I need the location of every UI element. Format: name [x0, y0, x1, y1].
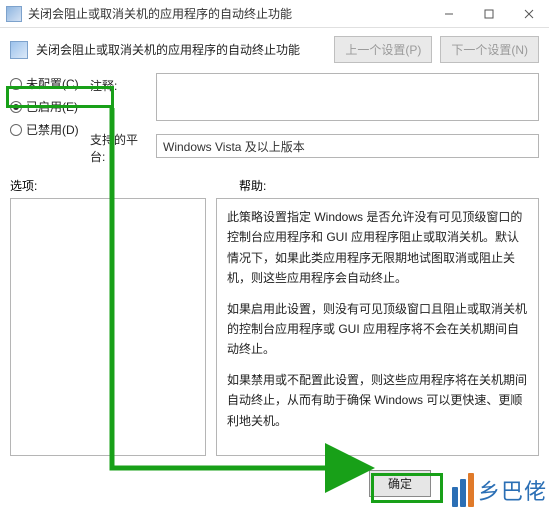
- next-setting-button[interactable]: 下一个设置(N): [440, 36, 539, 63]
- close-button[interactable]: [509, 0, 549, 28]
- help-panel: 此策略设置指定 Windows 是否允许没有可见顶级窗口的控制台应用程序和 GU…: [216, 198, 539, 456]
- ok-button[interactable]: 确定: [369, 470, 431, 497]
- help-paragraph: 如果启用此设置，则没有可见顶级窗口且阻止或取消关机的控制台应用程序或 GUI 应…: [227, 299, 528, 360]
- policy-icon: [6, 6, 22, 22]
- radio-label: 已禁用(D): [26, 121, 79, 138]
- radio-not-configured[interactable]: 未配置(C): [10, 75, 82, 92]
- config-body: 未配置(C) 已启用(E) 已禁用(D) 注释: 支持的平台: Windows …: [0, 69, 549, 165]
- policy-icon: [10, 41, 28, 59]
- platform-field-row: 支持的平台: Windows Vista 及以上版本: [90, 127, 539, 165]
- section-labels: 选项: 帮助:: [0, 165, 549, 198]
- comment-input[interactable]: [156, 73, 539, 121]
- prev-setting-button[interactable]: 上一个设置(P): [334, 36, 432, 63]
- window-title: 关闭会阻止或取消关机的应用程序的自动终止功能: [28, 5, 429, 22]
- page-title: 关闭会阻止或取消关机的应用程序的自动终止功能: [36, 41, 326, 58]
- help-label: 帮助:: [239, 177, 539, 194]
- radio-label: 已启用(E): [26, 98, 78, 115]
- panels: 此策略设置指定 Windows 是否允许没有可见顶级窗口的控制台应用程序和 GU…: [0, 198, 549, 456]
- watermark-text: 乡巴佬: [478, 474, 547, 506]
- watermark-logo-icon: [452, 473, 474, 507]
- comment-field-row: 注释:: [90, 73, 539, 121]
- radio-icon: [10, 101, 22, 113]
- radio-disabled[interactable]: 已禁用(D): [10, 121, 82, 138]
- maximize-button[interactable]: [469, 0, 509, 28]
- help-paragraph: 此策略设置指定 Windows 是否允许没有可见顶级窗口的控制台应用程序和 GU…: [227, 207, 528, 289]
- platform-value: Windows Vista 及以上版本: [156, 134, 539, 158]
- minimize-button[interactable]: [429, 0, 469, 28]
- platform-label: 支持的平台:: [90, 127, 150, 165]
- radio-group: 未配置(C) 已启用(E) 已禁用(D): [10, 73, 82, 165]
- radio-icon: [10, 124, 22, 136]
- options-panel: [10, 198, 206, 456]
- options-label: 选项:: [10, 177, 50, 194]
- comment-label: 注释:: [90, 73, 150, 94]
- dialog-footer: 确定: [369, 470, 431, 497]
- header: 关闭会阻止或取消关机的应用程序的自动终止功能 上一个设置(P) 下一个设置(N): [0, 28, 549, 69]
- window-controls: [429, 0, 549, 28]
- watermark: 乡巴佬: [452, 473, 547, 507]
- fields: 注释: 支持的平台: Windows Vista 及以上版本: [90, 73, 539, 165]
- radio-enabled[interactable]: 已启用(E): [10, 98, 82, 115]
- radio-label: 未配置(C): [26, 75, 79, 92]
- titlebar: 关闭会阻止或取消关机的应用程序的自动终止功能: [0, 0, 549, 28]
- radio-icon: [10, 78, 22, 90]
- help-paragraph: 如果禁用或不配置此设置，则这些应用程序将在关机期间自动终止，从而有助于确保 Wi…: [227, 370, 528, 431]
